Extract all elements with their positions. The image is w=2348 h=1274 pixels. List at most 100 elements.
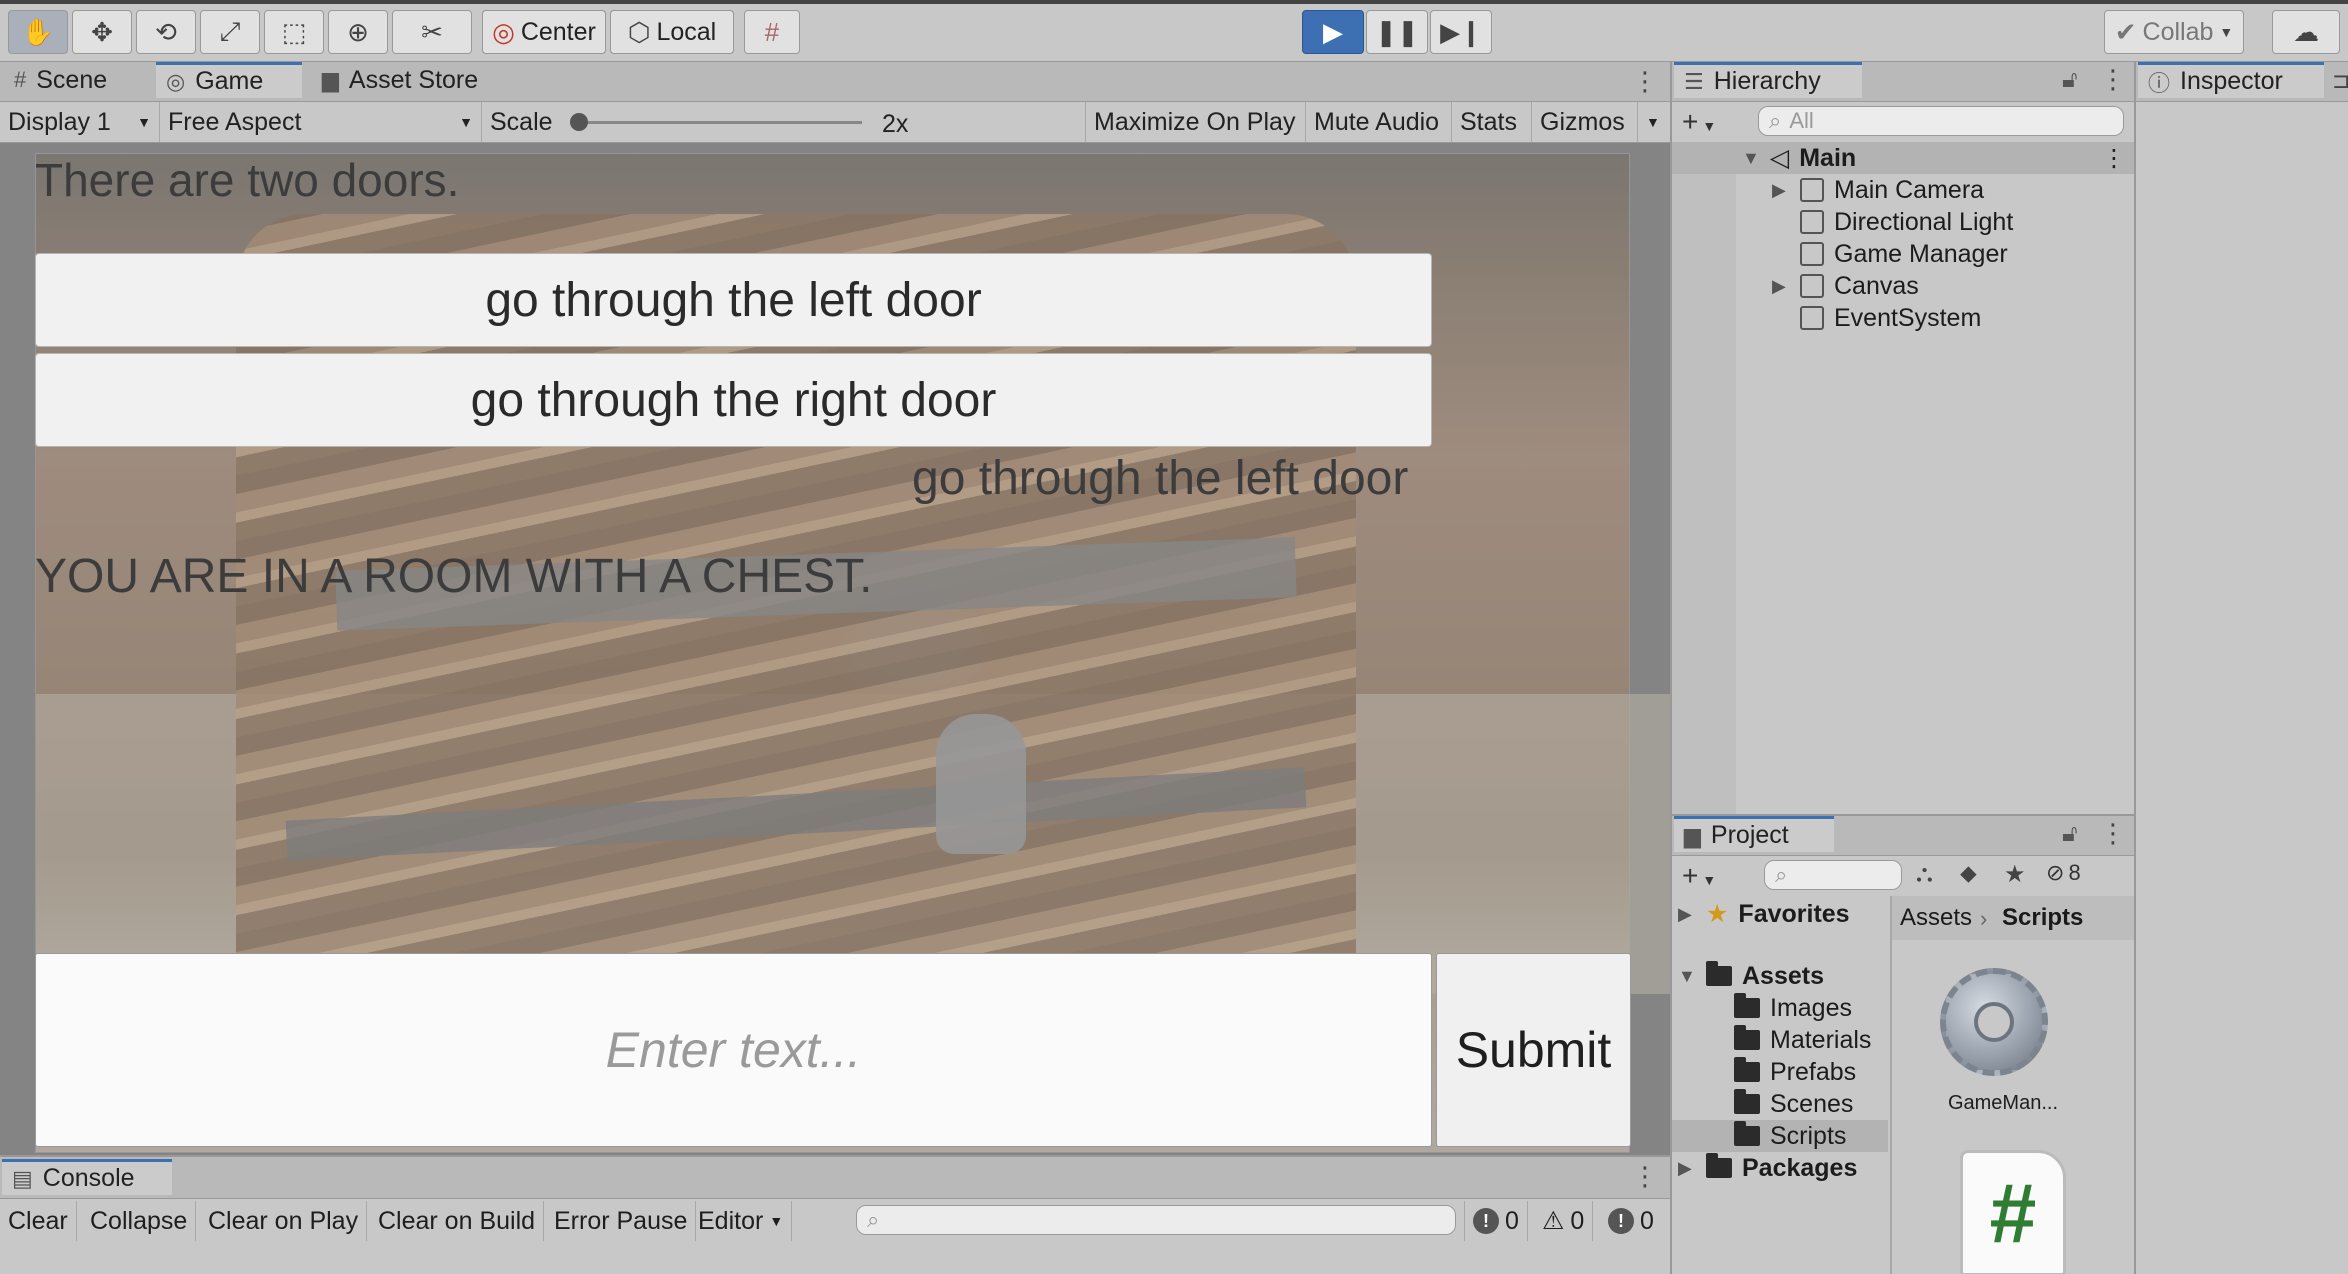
expand-arrow-icon[interactable]: ▼ — [1742, 148, 1770, 169]
rotate-tool-button[interactable]: ⟲ — [136, 10, 196, 54]
expand-arrow-icon[interactable]: ▶ — [1772, 276, 1800, 297]
choice-button-right-door[interactable]: go through the right door — [35, 353, 1432, 447]
expand-arrow-icon[interactable]: ▶ — [1678, 1158, 1706, 1179]
csharp-script-icon[interactable]: # — [1960, 1150, 2066, 1274]
grid-snap-button[interactable]: # — [744, 10, 800, 54]
kebab-menu-icon[interactable]: ⋮ — [1632, 66, 1658, 97]
project-search-input[interactable]: ⌕ — [1764, 860, 1902, 890]
lock-icon[interactable]: 🔓︎ — [2062, 820, 2078, 848]
tree-folder-materials[interactable]: Materials — [1734, 1024, 1871, 1056]
editor-label: Editor — [698, 1206, 764, 1235]
gizmos-dropdown[interactable]: ▼ — [1638, 102, 1670, 142]
gameobject-icon — [1800, 306, 1824, 330]
collapse-label: Collapse — [90, 1206, 188, 1235]
editor-dropdown[interactable]: Editor ▼ — [690, 1201, 793, 1241]
pivot-center-button[interactable]: ◎ Center — [482, 10, 606, 54]
gear-script-icon[interactable] — [1934, 962, 2054, 1082]
gameobject-icon — [1800, 274, 1824, 298]
kebab-menu-icon[interactable]: ⋮ — [2100, 818, 2126, 849]
clear-on-play-button[interactable]: Clear on Play — [200, 1201, 368, 1241]
kebab-menu-icon[interactable]: ⋮ — [2102, 144, 2126, 173]
star-icon: ★ — [1706, 900, 1729, 928]
expand-arrow-icon[interactable]: ▶ — [1678, 904, 1706, 925]
tab-scene[interactable]: # Scene — [4, 62, 154, 98]
expand-arrow-icon[interactable]: ▼ — [1678, 966, 1706, 987]
gameobject-icon — [1800, 210, 1824, 234]
tab-project[interactable]: ▆ Project — [1674, 816, 1834, 852]
filter-by-label-icon[interactable]: ⬥ — [1960, 860, 1977, 888]
hierarchy-item-main-camera[interactable]: ▶ Main Camera — [1772, 174, 1984, 206]
move-tool-button[interactable]: ✥ — [72, 10, 132, 54]
submit-button[interactable]: Submit — [1436, 953, 1631, 1147]
error-count-toggle[interactable]: ! 0 — [1600, 1201, 1662, 1241]
rect-tool-icon: ⬚ — [281, 16, 307, 47]
check-icon: ✔ — [2114, 16, 2137, 47]
folder-label: Prefabs — [1770, 1057, 1857, 1086]
command-input[interactable]: Enter text... — [35, 953, 1432, 1147]
console-search-input[interactable]: ⌕ — [856, 1205, 1456, 1235]
tree-folder-images[interactable]: Images — [1734, 992, 1852, 1024]
display-dropdown[interactable]: Display 1 ▼ — [0, 102, 160, 142]
panel-menu-icon[interactable]: ⊐ — [2332, 68, 2348, 94]
clear-on-build-button[interactable]: Clear on Build — [370, 1201, 545, 1241]
choice-button-left-door[interactable]: go through the left door — [35, 253, 1432, 347]
gizmos-toggle[interactable]: Gizmos — [1532, 102, 1638, 142]
tab-game[interactable]: ◎ Game — [156, 62, 302, 98]
lock-icon[interactable]: 🔓︎ — [2062, 66, 2078, 94]
hand-tool-button[interactable]: ✋ — [8, 10, 68, 54]
hierarchy-item-directional-light[interactable]: Directional Light — [1800, 206, 2013, 238]
hierarchy-item-game-manager[interactable]: Game Manager — [1800, 238, 2008, 270]
tree-folder-scripts[interactable]: Scripts — [1672, 1120, 1888, 1152]
breadcrumb-assets[interactable]: Assets — [1900, 906, 1972, 930]
space-label: Local — [656, 17, 717, 46]
stats-toggle[interactable]: Stats — [1452, 102, 1532, 142]
kebab-menu-icon[interactable]: ⋮ — [1632, 1161, 1658, 1192]
game-view[interactable]: There are two doors. go through the left… — [0, 143, 1670, 1155]
maximize-on-play-toggle[interactable]: Maximize On Play — [1086, 102, 1306, 142]
warning-count-toggle[interactable]: ⚠ 0 — [1534, 1201, 1594, 1241]
filter-by-type-icon[interactable]: ⛬ — [1916, 860, 1933, 888]
hierarchy-search-input[interactable]: ⌕ All — [1758, 106, 2124, 136]
clear-button[interactable]: Clear — [0, 1201, 77, 1241]
favorite-star-icon[interactable]: ★ — [2004, 860, 2026, 889]
hierarchy-item-canvas[interactable]: ▶ Canvas — [1772, 270, 1919, 302]
expand-arrow-icon[interactable]: ▶ — [1772, 180, 1800, 201]
create-asset-button[interactable]: + ▼ — [1682, 860, 1716, 892]
transform-tool-button[interactable]: ⊕ — [328, 10, 388, 54]
aspect-label: Free Aspect — [168, 107, 302, 136]
pause-button[interactable]: ❚❚ — [1366, 10, 1428, 54]
aspect-dropdown[interactable]: Free Aspect ▼ — [160, 102, 482, 142]
cloud-button[interactable]: ☁ — [2272, 10, 2340, 54]
tree-folder-prefabs[interactable]: Prefabs — [1734, 1056, 1856, 1088]
tab-hierarchy[interactable]: ☰ Hierarchy — [1674, 62, 1862, 98]
custom-tool-button[interactable]: ✂ — [392, 10, 472, 54]
mute-audio-toggle[interactable]: Mute Audio — [1306, 102, 1452, 142]
tree-packages[interactable]: ▶ Packages — [1678, 1152, 1857, 1184]
collab-button[interactable]: ✔ Collab ▼ — [2104, 10, 2244, 54]
tab-console[interactable]: ▤ Console — [2, 1159, 172, 1195]
step-button[interactable]: ▶❙ — [1430, 10, 1492, 54]
chevron-right-icon: › — [1980, 906, 1988, 931]
rect-tool-button[interactable]: ⬚ — [264, 10, 324, 54]
pivot-local-button[interactable]: ⬡ Local — [610, 10, 734, 54]
scale-tool-button[interactable]: ⤢ — [200, 10, 260, 54]
play-button[interactable]: ▶ — [1302, 10, 1364, 54]
step-icon: ▶❙ — [1440, 16, 1482, 47]
scale-slider-track[interactable] — [572, 121, 862, 124]
error-pause-button[interactable]: Error Pause — [546, 1201, 697, 1241]
kebab-menu-icon[interactable]: ⋮ — [2100, 64, 2126, 95]
scene-row-main[interactable]: ▼ ◁ Main ⋮ — [1672, 142, 2134, 174]
tree-favorites[interactable]: ▶ ★ Favorites — [1678, 898, 1850, 930]
tree-assets[interactable]: ▼ Assets — [1678, 960, 1824, 992]
tree-folder-scenes[interactable]: Scenes — [1734, 1088, 1853, 1120]
hierarchy-item-eventsystem[interactable]: EventSystem — [1800, 302, 1981, 334]
scale-slider-handle[interactable] — [570, 113, 588, 131]
tab-asset-store[interactable]: ▆ Asset Store — [312, 62, 512, 98]
collapse-button[interactable]: Collapse — [82, 1201, 197, 1241]
packages-label: Packages — [1742, 1153, 1858, 1182]
add-object-button[interactable]: + ▼ — [1682, 106, 1716, 138]
hidden-packages-toggle[interactable]: ⊘ 8 — [2046, 860, 2081, 886]
tab-inspector[interactable]: ⓘ Inspector — [2138, 62, 2324, 98]
stats-label: Stats — [1460, 107, 1517, 136]
log-count-toggle[interactable]: ! 0 — [1464, 1201, 1528, 1241]
